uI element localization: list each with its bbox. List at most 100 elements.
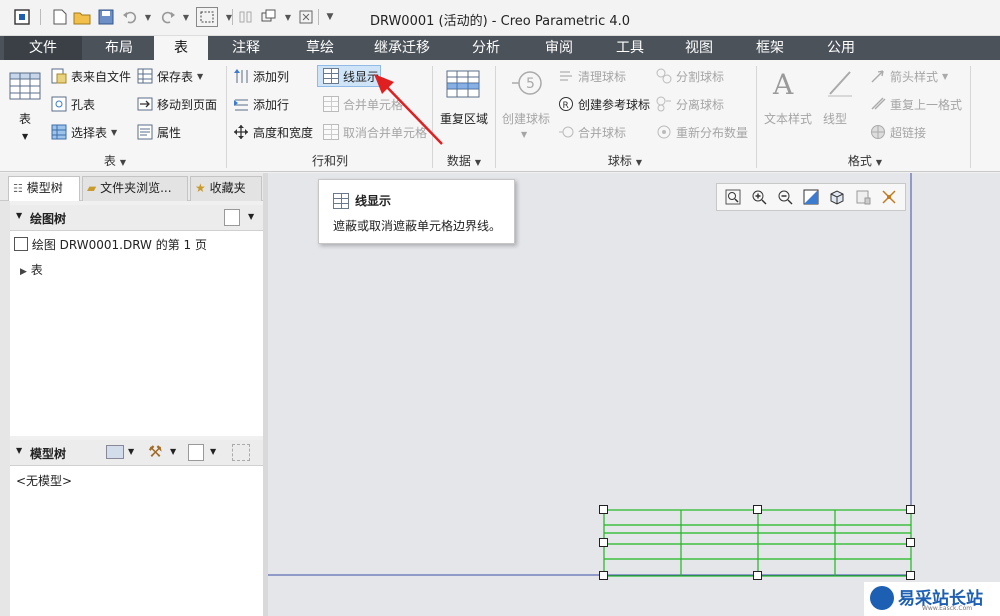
resize-handle[interactable] (753, 505, 762, 514)
ref-balloon-icon: R (558, 96, 574, 112)
table-from-file-button[interactable]: 表来自文件 (51, 66, 131, 86)
svg-text:R: R (563, 101, 569, 111)
clean-balloon-button[interactable]: 清理球标 (558, 66, 626, 86)
tree-item-table[interactable]: ▶ 表 (20, 261, 43, 278)
zoom-in-icon[interactable] (751, 189, 767, 205)
clean-balloon-icon (558, 68, 574, 84)
move-to-page-icon (137, 96, 153, 112)
resize-handle[interactable] (599, 505, 608, 514)
model-tree-settings-dropdown-icon[interactable]: ▼ (210, 447, 216, 456)
split-balloon-button[interactable]: 分割球标 (656, 66, 724, 86)
add-column-button[interactable]: 添加列 (233, 66, 289, 86)
drawing-tree-header[interactable]: ▼ 绘图树 ▼ (10, 205, 263, 231)
zoom-out-icon[interactable] (777, 189, 793, 205)
hyperlink-button[interactable]: 超链接 (870, 122, 926, 142)
tab-file[interactable]: 文件 (4, 36, 82, 60)
line-style-button[interactable]: 线型 (823, 108, 847, 128)
resize-handle[interactable] (599, 571, 608, 580)
tools-dropdown-icon[interactable]: ▼ (170, 447, 176, 456)
model-tree-collapse-icon[interactable]: ▼ (16, 446, 22, 455)
tab-model-tree[interactable]: ☷ 模型树 (8, 176, 80, 201)
select-table-label: 选择表 (71, 125, 108, 140)
repeat-last-format-button[interactable]: 重复上一格式 (870, 94, 962, 114)
table-big-icon[interactable] (9, 72, 43, 102)
tab-view[interactable]: 视图 (666, 36, 732, 60)
create-balloon-icon[interactable]: 5 (510, 70, 544, 100)
merge-balloon-label: 合并球标 (578, 125, 627, 140)
text-style-button[interactable]: 文本样式 (764, 108, 812, 128)
resize-handle[interactable] (599, 538, 608, 547)
arrow-style-label: 箭头样式 (890, 69, 939, 84)
format-group-label[interactable]: 格式 ▼ (830, 152, 900, 168)
refit-icon[interactable] (725, 189, 741, 205)
arrow-style-icon (870, 68, 886, 84)
model-tree-header[interactable]: ▼ 模型树 ▼ ⚒ ▼ ▼ (10, 440, 263, 466)
resize-handle[interactable] (753, 571, 762, 580)
tab-frame[interactable]: 框架 (734, 36, 806, 60)
arrow-style-dropdown-icon[interactable]: ▼ (942, 72, 948, 81)
height-width-button[interactable]: 高度和宽度 (233, 122, 313, 142)
add-row-button[interactable]: 添加行 (233, 94, 289, 114)
balloons-group-label[interactable]: 球标 ▼ (590, 152, 660, 168)
annotation-display-icon[interactable] (881, 189, 897, 205)
move-to-page-button[interactable]: 移动到页面 (137, 94, 217, 114)
tree-settings-dropdown-icon[interactable]: ▼ (248, 212, 254, 221)
height-width-icon (233, 124, 249, 140)
tab-favorites[interactable]: ★ 收藏夹 (190, 176, 262, 201)
select-table-dropdown-icon[interactable]: ▼ (111, 128, 117, 137)
resize-handle[interactable] (906, 571, 915, 580)
expand-arrow-icon[interactable]: ▶ (20, 267, 27, 277)
tab-analysis[interactable]: 分析 (450, 36, 522, 60)
tab-table[interactable]: 表 (154, 36, 208, 60)
properties-button[interactable]: 属性 (137, 122, 181, 142)
model-tree-settings-icon[interactable] (188, 444, 204, 461)
tab-folder-browser[interactable]: ▰ 文件夹浏览... (82, 176, 188, 201)
line-style-icon[interactable] (826, 68, 860, 98)
filter-icon[interactable] (232, 444, 250, 461)
model-tree-body: <无模型> (10, 466, 263, 616)
window-title: DRW0001 (活动的) - Creo Parametric 4.0 (369, 14, 631, 29)
tab-common[interactable]: 公用 (806, 36, 876, 60)
detach-balloon-button[interactable]: 分离球标 (656, 94, 724, 114)
tree-item-drawing-page[interactable]: 绘图 DRW0001.DRW 的第 1 页 (14, 236, 207, 253)
tab-review[interactable]: 审阅 (524, 36, 594, 60)
tab-layout[interactable]: 布局 (84, 36, 154, 60)
redistribute-button[interactable]: 重新分布数量 (656, 122, 748, 142)
hole-table-button[interactable]: 孔表 (51, 94, 95, 114)
table-button[interactable]: 表 (19, 108, 31, 128)
table-group-label-text: 表 (103, 154, 116, 168)
create-ref-balloon-button[interactable]: R 创建参考球标 (558, 94, 650, 114)
split-balloon-label: 分割球标 (676, 69, 725, 84)
repeat-region-icon[interactable] (446, 70, 480, 100)
split-balloon-icon (656, 68, 672, 84)
favorites-icon: ★ (195, 181, 206, 195)
tree-item-table-label: 表 (30, 263, 43, 277)
table-group-label[interactable]: 表 ▼ (60, 152, 170, 168)
hyperlink-icon (870, 124, 886, 140)
create-balloon-dropdown-icon[interactable]: ▼ (521, 124, 527, 144)
tab-legacy-migration[interactable]: 继承迁移 (356, 36, 448, 60)
tab-sketch[interactable]: 草绘 (284, 36, 356, 60)
tab-annotate[interactable]: 注释 (210, 36, 282, 60)
merge-balloon-button[interactable]: 合并球标 (558, 122, 626, 142)
display-style-icon[interactable] (829, 189, 845, 205)
save-table-button[interactable]: 保存表 ▼ (137, 66, 203, 86)
save-table-dropdown-icon[interactable]: ▼ (197, 72, 203, 81)
collapse-icon[interactable]: ▼ (16, 211, 22, 220)
tools-icon[interactable]: ⚒ (148, 442, 162, 461)
data-group-label[interactable]: 数据 ▼ (434, 152, 494, 168)
select-table-button[interactable]: 选择表 ▼ (51, 122, 117, 142)
tab-tools[interactable]: 工具 (596, 36, 664, 60)
arrow-style-button[interactable]: 箭头样式 ▼ (870, 66, 948, 86)
text-style-icon[interactable]: A (772, 68, 806, 101)
tree-settings-icon[interactable] (224, 209, 240, 226)
sheet-icon[interactable] (855, 189, 871, 205)
table-dropdown-icon[interactable]: ▼ (22, 126, 28, 146)
resize-handle[interactable] (906, 505, 915, 514)
model-display-dropdown-icon[interactable]: ▼ (128, 447, 134, 456)
repaint-icon[interactable] (803, 189, 819, 205)
model-display-icon[interactable] (106, 445, 124, 459)
line-display-icon (323, 68, 339, 84)
drawing-page-icon (14, 237, 28, 251)
resize-handle[interactable] (906, 538, 915, 547)
